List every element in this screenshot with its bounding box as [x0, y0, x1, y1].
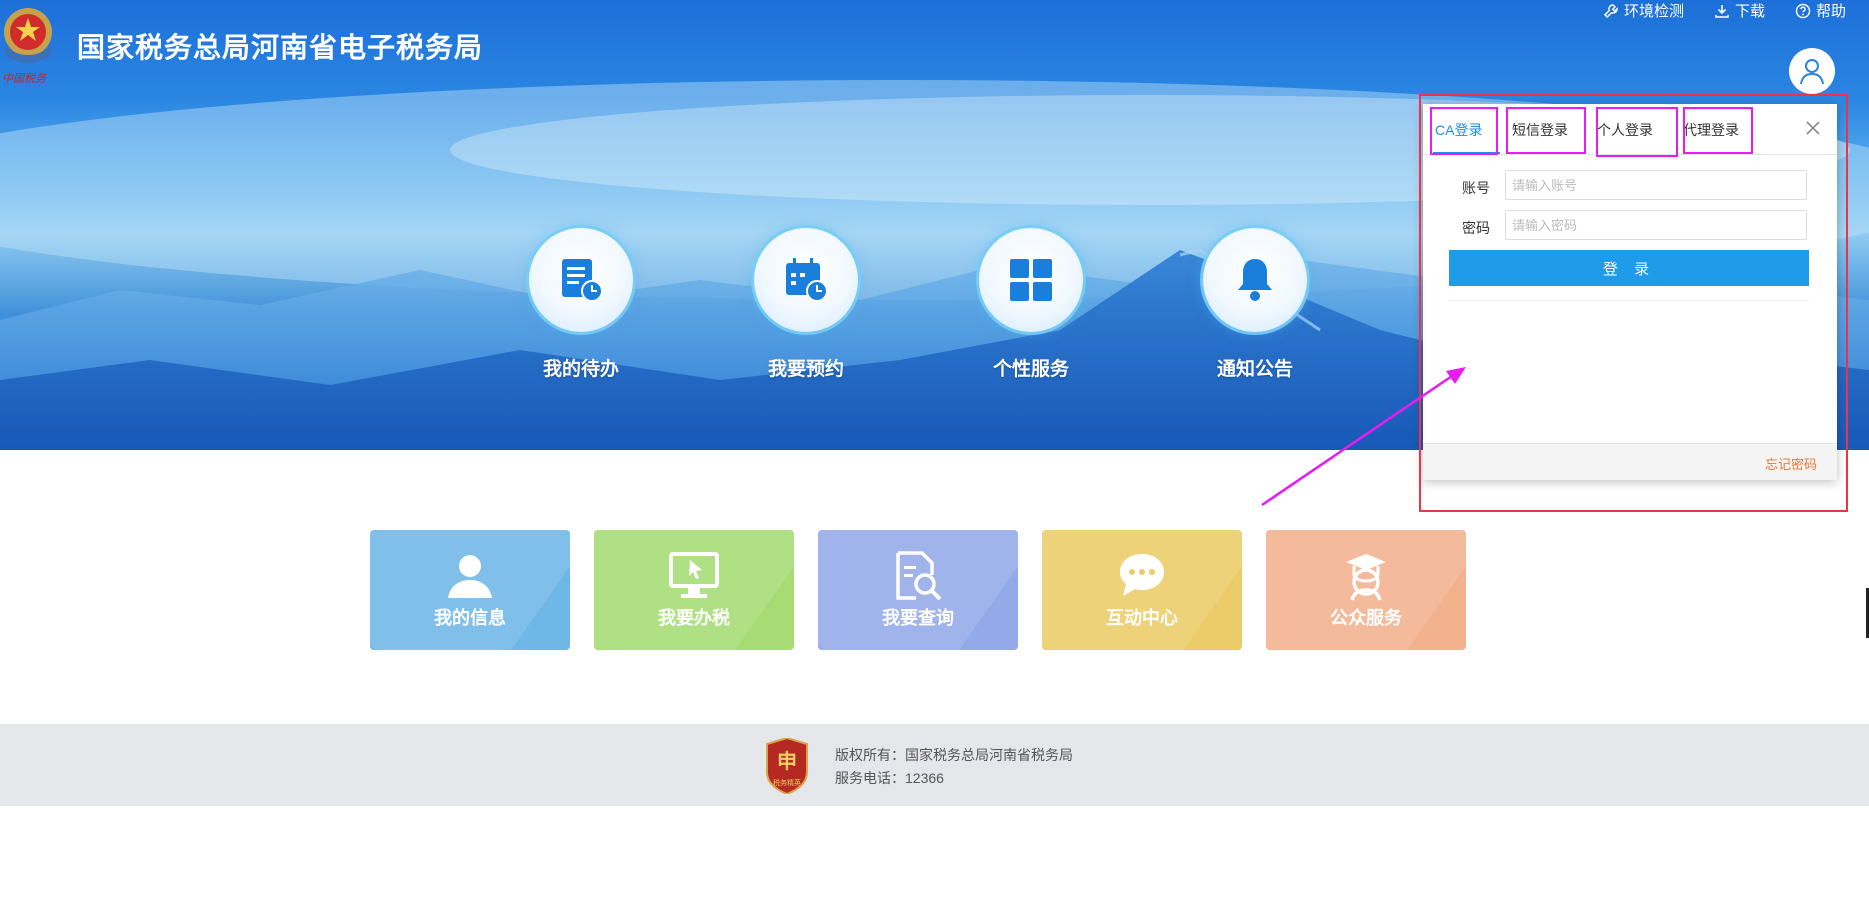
top-links: 环境检测 下载 帮助 — [1603, 0, 1846, 21]
tax-emblem-logo: 中国税务 — [2, 8, 52, 84]
tile-public-service[interactable]: 公众服务 — [1266, 530, 1466, 650]
graduate-icon — [1346, 554, 1386, 601]
quick-entry-circle — [979, 228, 1083, 332]
footer-logo: 申 税务精英 — [766, 738, 808, 794]
tile-my-info[interactable]: 我的信息 — [370, 530, 570, 650]
quick-entry-label: 我要预约 — [767, 359, 844, 380]
user-avatar-button[interactable] — [1789, 48, 1835, 94]
tile-interaction-center[interactable]: 互动中心 — [1042, 530, 1242, 650]
download-label: 下载 — [1734, 3, 1765, 20]
quick-entry-label: 我的待办 — [542, 359, 619, 380]
wrench-icon — [1603, 3, 1618, 18]
svg-text:中国税务: 中国税务 — [2, 72, 47, 84]
forgot-password-link[interactable]: 忘记密码 — [1765, 454, 1817, 473]
divider — [1449, 300, 1809, 301]
footer-text: 版权所有：国家税务总局河南省税务局 服务电话：12366 — [835, 744, 1073, 790]
svg-text:税务精英: 税务精英 — [773, 778, 801, 787]
document-search-icon — [896, 551, 942, 601]
todo-list-icon — [562, 259, 603, 302]
tab-agent-login[interactable]: 代理登录 — [1683, 120, 1739, 140]
account-input[interactable] — [1505, 170, 1807, 200]
tile-label: 我要查询 — [882, 608, 954, 628]
download-link[interactable]: 下载 — [1714, 0, 1765, 21]
tile-label: 公众服务 — [1330, 608, 1402, 628]
site-title: 国家税务总局河南省电子税务局 — [77, 32, 484, 63]
tile-tax-handling[interactable]: 我要办税 — [594, 530, 794, 650]
login-panel-footer: 忘记密码 — [1423, 443, 1837, 480]
tile-label: 我的信息 — [434, 608, 506, 628]
tab-personal-login[interactable]: 个人登录 — [1597, 120, 1653, 140]
tab-sms-login[interactable]: 短信登录 — [1512, 120, 1568, 140]
tab-ca-login[interactable]: CA登录 — [1432, 120, 1502, 154]
quick-entry-label: 个性服务 — [992, 359, 1069, 380]
quick-entry-todo[interactable]: 我的待办 — [529, 228, 633, 381]
help-link[interactable]: 帮助 — [1795, 0, 1846, 21]
service-tiles: 我的信息 我要办税 我要查询 互动中心 公众服务 — [370, 530, 1466, 650]
bell-icon — [1238, 259, 1272, 301]
account-row: 账号 — [1423, 170, 1837, 202]
chat-bubble-icon — [1120, 554, 1164, 596]
close-icon[interactable] — [1803, 118, 1823, 138]
help-label: 帮助 — [1815, 3, 1846, 20]
page-footer: 申 税务精英 版权所有：国家税务总局河南省税务局 服务电话：12366 — [0, 724, 1869, 806]
download-icon — [1715, 4, 1729, 18]
calendar-clock-icon — [786, 258, 828, 302]
quick-entry-appointment[interactable]: 我要预约 — [754, 228, 858, 381]
password-row: 密码 — [1423, 210, 1837, 242]
service-phone-text: 服务电话：12366 — [835, 770, 944, 786]
quick-entry-notice[interactable]: 通知公告 — [1203, 228, 1307, 381]
quick-entry-circle — [754, 228, 858, 332]
login-button[interactable]: 登 录 — [1449, 250, 1809, 286]
grid-icon — [1010, 259, 1052, 301]
quick-entry-label: 通知公告 — [1216, 359, 1293, 380]
person-icon — [448, 555, 492, 598]
login-tabs: CA登录 短信登录 个人登录 代理登录 — [1423, 104, 1837, 155]
quick-entry-circle — [1203, 228, 1307, 332]
help-icon — [1795, 3, 1811, 18]
user-icon — [1800, 59, 1824, 85]
env-check-label: 环境检测 — [1623, 3, 1684, 20]
password-label: 密码 — [1462, 220, 1490, 236]
monitor-cursor-icon — [669, 552, 719, 598]
svg-text:申: 申 — [777, 749, 797, 773]
env-check-link[interactable]: 环境检测 — [1603, 0, 1684, 21]
quick-entry-circle — [529, 228, 633, 332]
quick-entry-personal-service[interactable]: 个性服务 — [979, 228, 1083, 381]
tile-label: 互动中心 — [1106, 608, 1178, 628]
login-panel: CA登录 短信登录 个人登录 代理登录 账号 密码 登 录 忘记密码 — [1423, 104, 1837, 480]
password-input[interactable] — [1505, 210, 1807, 240]
tile-label: 我要办税 — [658, 608, 730, 628]
copyright-text: 版权所有：国家税务总局河南省税务局 — [835, 747, 1073, 763]
account-label: 账号 — [1462, 180, 1490, 196]
tile-query[interactable]: 我要查询 — [818, 530, 1018, 650]
